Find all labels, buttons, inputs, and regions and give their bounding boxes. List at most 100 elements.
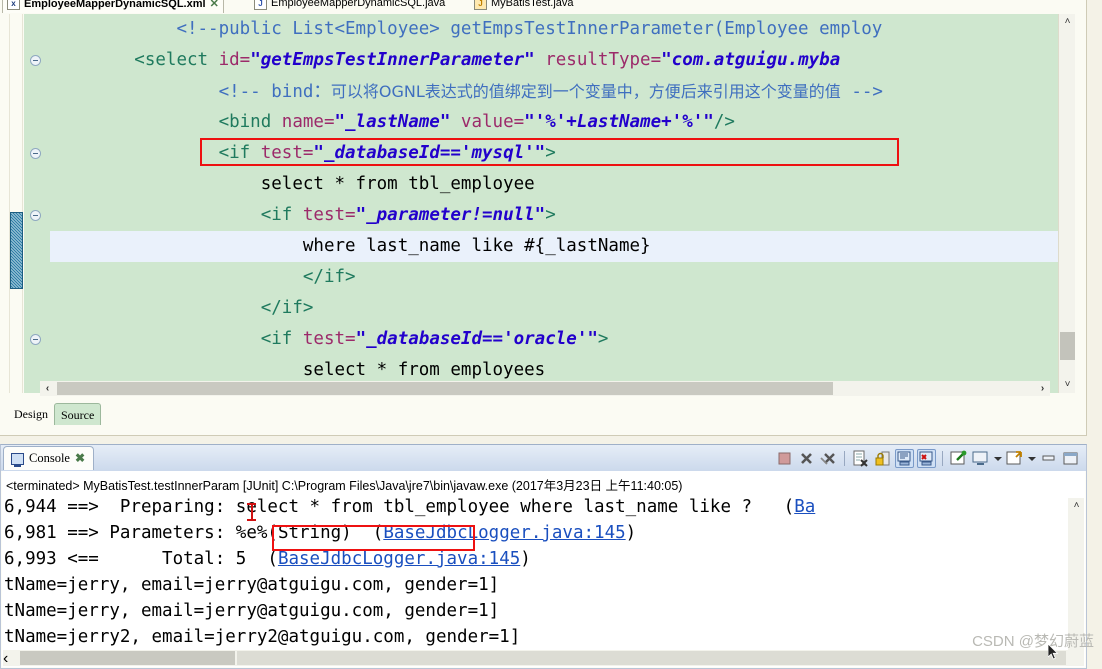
console-text: 6,993 <== Total: 5 ( bbox=[4, 549, 278, 569]
code-line[interactable]: </if> bbox=[50, 262, 1058, 293]
console-tab[interactable]: Console ✖ bbox=[3, 446, 95, 470]
stop-square-icon[interactable] bbox=[775, 449, 794, 468]
editor-tab-3[interactable]: J MyBatisTest.java bbox=[470, 0, 578, 13]
code-line[interactable]: where last_name like #{_lastName} bbox=[50, 231, 1058, 262]
console-scroll-up-arrow[interactable]: ˄ bbox=[1068, 498, 1085, 514]
code-folding-gutter[interactable] bbox=[24, 14, 50, 393]
close-icon[interactable]: ✕ bbox=[210, 0, 219, 10]
code-token: id= bbox=[218, 50, 251, 70]
console-text: tName=jerry, email=jerry@atguigu.com, ge… bbox=[4, 575, 500, 595]
console-text: ( bbox=[351, 523, 384, 543]
lock-icon[interactable] bbox=[873, 449, 892, 468]
console-view: Console ✖ <terminated> MyBatisTest.testI… bbox=[0, 444, 1087, 669]
scroll-left-arrow[interactable]: ‹ bbox=[40, 381, 55, 396]
toolbar-separator-2 bbox=[942, 451, 943, 466]
close-icon[interactable]: ✖ bbox=[75, 451, 85, 466]
code-token: > bbox=[597, 329, 609, 349]
code-token: select * from tbl_employee bbox=[260, 174, 535, 194]
editor-tab-2[interactable]: J EmployeeMapperDynamicSQL.java bbox=[250, 0, 449, 13]
code-token: "getEmpsTestInnerParameter" bbox=[250, 50, 535, 70]
scroll-right-arrow[interactable]: › bbox=[1035, 381, 1050, 396]
code-token: test= bbox=[302, 329, 356, 349]
mouse-cursor-icon bbox=[1048, 644, 1059, 660]
fold-collapse-icon[interactable] bbox=[30, 148, 41, 159]
scroll-lock-icon[interactable] bbox=[895, 449, 914, 468]
editor-mode-tab-design[interactable]: Design bbox=[8, 403, 54, 425]
code-line[interactable]: <!-- bind：可以将OGNL表达式的值绑定到一个变量中，方便后来引用这个变… bbox=[50, 76, 1058, 107]
console-toolbar bbox=[775, 448, 1080, 469]
console-header: Console ✖ bbox=[1, 445, 1086, 471]
code-token: "_lastName" bbox=[334, 112, 451, 132]
scroll-down-arrow[interactable]: ˅ bbox=[1059, 377, 1076, 393]
console-text: 6,981 ==> Parameters: bbox=[4, 523, 236, 543]
code-token: <if bbox=[260, 205, 303, 225]
code-token: </if> bbox=[302, 267, 356, 287]
code-token: > bbox=[545, 143, 556, 163]
console-horizontal-scrollbar[interactable]: ‹ bbox=[3, 650, 1084, 667]
code-token: </if> bbox=[260, 298, 314, 318]
console-vertical-scrollbar[interactable]: ˄ bbox=[1068, 498, 1084, 650]
code-line[interactable]: <select id="getEmpsTestInnerParameter" r… bbox=[50, 45, 1058, 76]
code-line[interactable]: <!--public List<Employee> getEmpsTestInn… bbox=[50, 14, 1058, 45]
code-line[interactable]: <bind name="_lastName" value="'%'+LastNa… bbox=[50, 107, 1058, 138]
display-console-icon[interactable] bbox=[971, 449, 990, 468]
eclipse-ide-screenshot: x EmployeeMapperDynamicSQL.xml ✕ J EmployeeM… bbox=[0, 0, 1102, 669]
stack-trace-link[interactable]: Ba bbox=[794, 497, 815, 517]
open-console-icon[interactable] bbox=[1005, 449, 1024, 468]
stack-trace-link[interactable]: BaseJdbcLogger.java:145 bbox=[383, 523, 625, 543]
xml-code-editor[interactable]: <!--public List<Employee> getEmpsTestInn… bbox=[50, 14, 1058, 393]
vertical-scroll-thumb[interactable] bbox=[1060, 332, 1075, 360]
fold-collapse-icon[interactable] bbox=[30, 334, 41, 345]
scroll-up-arrow[interactable]: ˄ bbox=[1059, 14, 1076, 30]
editor-window: x EmployeeMapperDynamicSQL.xml ✕ J EmployeeM… bbox=[0, 0, 1087, 436]
code-token: "_databaseId=='oracle'" bbox=[355, 329, 598, 349]
code-token: <!--public List<Employee> getEmpsTestInn… bbox=[176, 19, 883, 39]
minimize-icon[interactable] bbox=[1039, 449, 1058, 468]
code-token: name= bbox=[281, 112, 335, 132]
clear-console-icon[interactable] bbox=[851, 449, 870, 468]
code-token: where last_name like #{_lastName} bbox=[302, 236, 651, 256]
code-token: "_parameter!=null" bbox=[355, 205, 546, 225]
console-output[interactable]: <terminated> MyBatisTest.testInnerParam … bbox=[2, 471, 1085, 667]
code-token: "'%'+LastName+'%'" bbox=[524, 112, 714, 132]
code-line[interactable]: <if test="_parameter!=null"> bbox=[50, 200, 1058, 231]
chevron-down-icon-2[interactable] bbox=[1027, 449, 1036, 468]
fold-collapse-icon[interactable] bbox=[30, 210, 41, 221]
code-line[interactable]: <if test="_databaseId=='oracle'"> bbox=[50, 324, 1058, 355]
console-output-line: 6,981 ==> Parameters: %e%(String) (BaseJ… bbox=[4, 520, 636, 546]
stack-trace-link[interactable]: BaseJdbcLogger.java:145 bbox=[278, 549, 520, 569]
console-terminated-line: <terminated> MyBatisTest.testInnerParam … bbox=[6, 479, 683, 493]
console-tab-label: Console bbox=[29, 451, 70, 465]
console-error-icon[interactable] bbox=[917, 449, 936, 468]
annotation-ruler-thumb[interactable] bbox=[10, 212, 23, 289]
console-h-scroll-thumb[interactable] bbox=[20, 651, 235, 665]
x-gray-icon[interactable] bbox=[797, 449, 816, 468]
console-h-scroll-track[interactable] bbox=[237, 651, 1066, 665]
java-warning-file-icon: J bbox=[474, 0, 487, 10]
editor-horizontal-scrollbar[interactable]: ‹ › bbox=[40, 381, 1050, 396]
annotation-ruler[interactable] bbox=[9, 14, 23, 393]
console-text: tName=jerry2, email=jerry2@atguigu.com, … bbox=[4, 627, 521, 647]
code-line[interactable]: select * from tbl_employee bbox=[50, 169, 1058, 200]
maximize-icon[interactable] bbox=[1061, 449, 1080, 468]
code-token: value= bbox=[450, 112, 525, 132]
console-icon bbox=[11, 452, 24, 467]
code-token: <if bbox=[218, 143, 261, 163]
console-text: ) bbox=[520, 549, 531, 569]
chevron-down-icon[interactable] bbox=[993, 449, 1002, 468]
toolbar-separator bbox=[844, 451, 845, 466]
console-text: %e%(String) bbox=[235, 523, 352, 543]
editor-tab-1[interactable]: x EmployeeMapperDynamicSQL.xml ✕ bbox=[2, 0, 224, 13]
xx-gray-icon[interactable] bbox=[819, 449, 838, 468]
editor-vertical-scrollbar[interactable]: ˄ ˅ bbox=[1058, 14, 1075, 393]
console-text: ) bbox=[625, 523, 637, 543]
fold-collapse-icon[interactable] bbox=[30, 55, 41, 66]
console-output-line: tName=jerry, email=jerry@atguigu.com, ge… bbox=[4, 572, 499, 598]
editor-mode-tab-source[interactable]: Source bbox=[54, 403, 102, 425]
horizontal-scroll-thumb[interactable] bbox=[57, 382, 833, 395]
text-cursor-icon bbox=[247, 503, 256, 521]
console-text: tName=jerry, email=jerry@atguigu.com, ge… bbox=[4, 601, 500, 621]
code-line[interactable]: <if test="_databaseId=='mysql'"> bbox=[50, 138, 1058, 169]
pin-icon[interactable] bbox=[949, 449, 968, 468]
code-line[interactable]: </if> bbox=[50, 293, 1058, 324]
